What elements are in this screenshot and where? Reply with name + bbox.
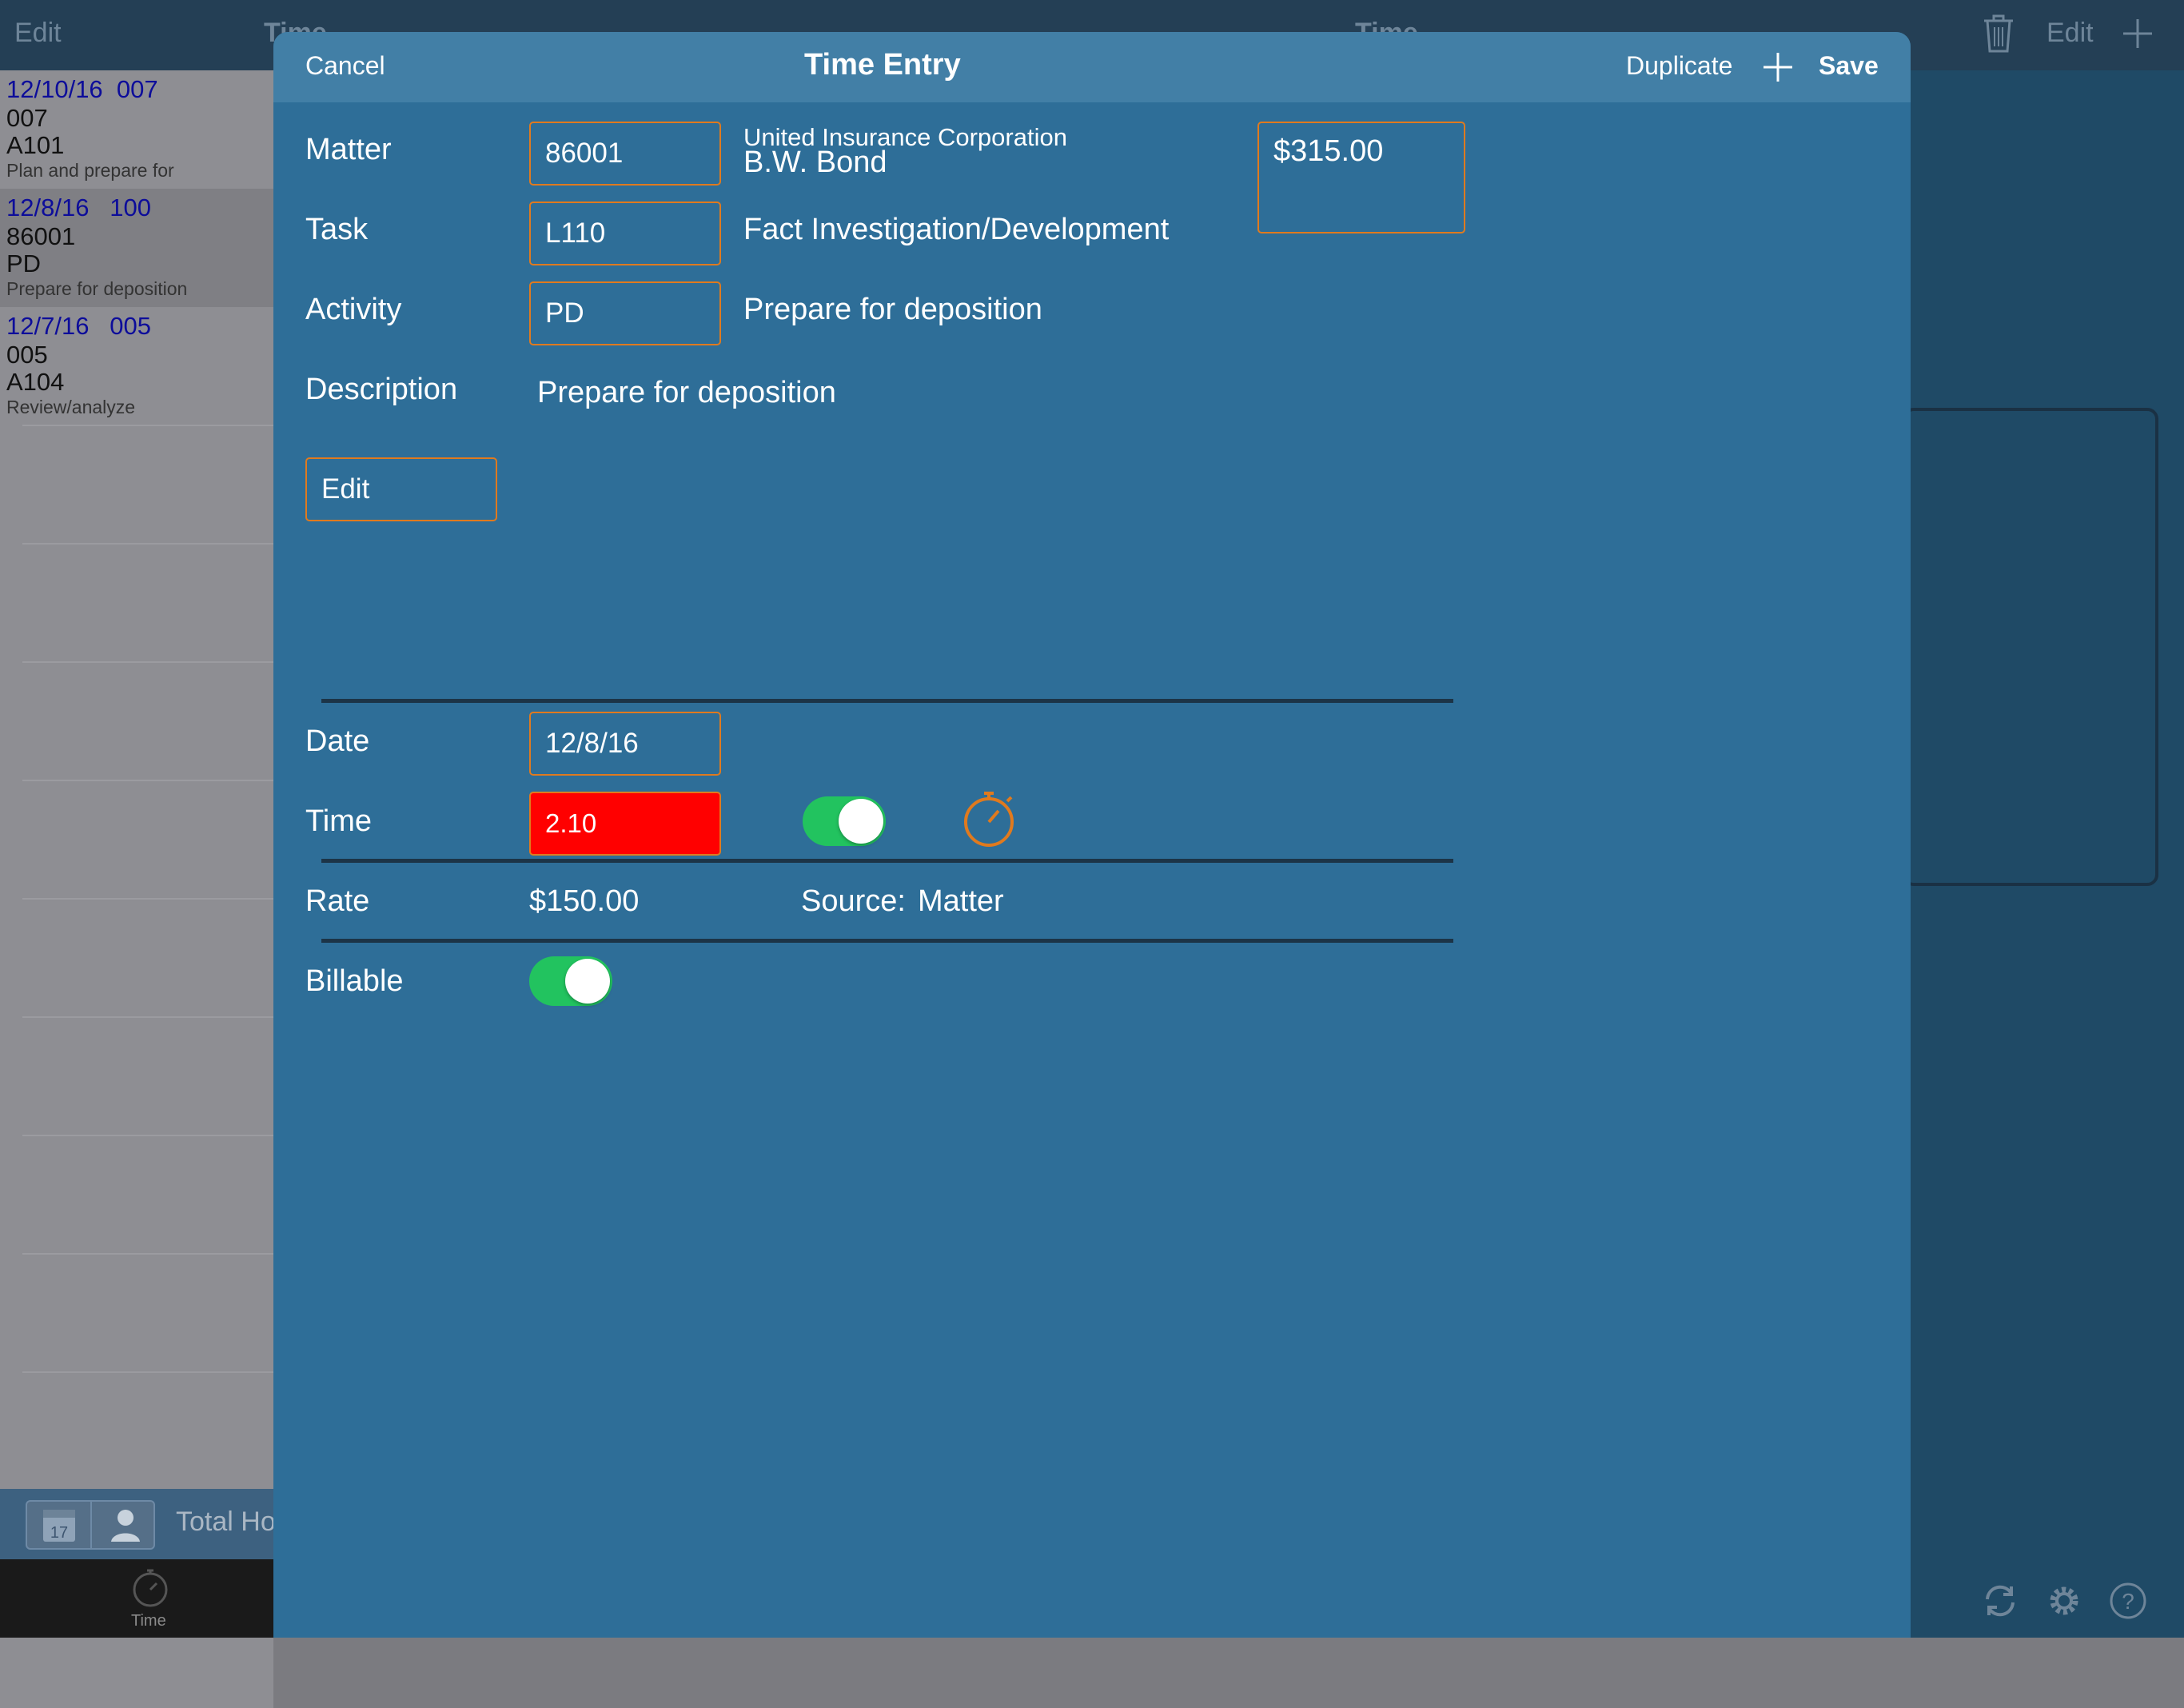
view-segmented-control[interactable]: 17: [26, 1500, 155, 1550]
list-item-selected[interactable]: 12/8/16 100 86001 PD Prepare for deposit…: [0, 189, 273, 307]
task-label: Task: [305, 213, 369, 246]
total-hours-label: Total Ho: [176, 1506, 276, 1537]
list-item[interactable]: 12/7/16 005 005 A104 Review/analyze: [0, 307, 273, 425]
billable-toggle[interactable]: [529, 956, 612, 1006]
list-divider: [22, 1253, 273, 1255]
date-field[interactable]: 12/8/16: [529, 712, 721, 776]
cancel-button[interactable]: Cancel: [305, 51, 385, 81]
people-icon[interactable]: [92, 1502, 153, 1548]
add-icon[interactable]: [1762, 51, 1794, 87]
modal-header: Cancel Time Entry Duplicate Save: [273, 32, 1911, 102]
detail-card: [1903, 408, 2158, 886]
time-entry-modal: Cancel Time Entry Duplicate Save Matter …: [273, 32, 1911, 1638]
section-divider: [321, 859, 1453, 863]
list-divider: [22, 425, 273, 426]
add-icon[interactable]: [2122, 18, 2154, 54]
svg-text:17: 17: [50, 1524, 68, 1542]
tab-bar: Time: [0, 1559, 273, 1638]
task-description: Fact Investigation/Development: [743, 213, 1170, 246]
list-divider: [22, 780, 273, 781]
list-divider: [22, 1135, 273, 1136]
matter-label: Matter: [305, 133, 392, 166]
rate-value: $150.00: [529, 884, 640, 918]
matter-field[interactable]: 86001: [529, 122, 721, 186]
list-item[interactable]: 12/10/16 007 007 A101 Plan and prepare f…: [0, 70, 273, 189]
description-label: Description: [305, 373, 458, 406]
billable-label: Billable: [305, 964, 404, 998]
save-button[interactable]: Save: [1819, 51, 1879, 81]
calendar-icon[interactable]: 17: [27, 1502, 92, 1548]
duplicate-button[interactable]: Duplicate: [1626, 51, 1732, 81]
right-edit-button[interactable]: Edit: [2047, 18, 2094, 49]
list-divider: [22, 1371, 273, 1373]
rate-source-value: Matter: [918, 884, 1004, 918]
matter-name: B.W. Bond: [743, 146, 887, 179]
stopwatch-tab-icon[interactable]: [128, 1564, 173, 1613]
time-list: 12/10/16 007 007 A101 Plan and prepare f…: [0, 70, 273, 1708]
time-label: Time: [305, 804, 373, 838]
list-divider: [22, 543, 273, 545]
activity-field[interactable]: PD: [529, 281, 721, 345]
help-icon[interactable]: ?: [2109, 1582, 2147, 1624]
trash-icon[interactable]: [1981, 13, 2016, 58]
modal-title: Time Entry: [804, 48, 961, 82]
detail-toolbar: ?: [1912, 1567, 2184, 1638]
activity-description: Prepare for deposition: [743, 293, 1042, 326]
left-edit-button[interactable]: Edit: [14, 18, 62, 49]
description-text[interactable]: Prepare for deposition: [537, 376, 836, 410]
amount-field[interactable]: $315.00: [1257, 122, 1465, 233]
task-field[interactable]: L110: [529, 202, 721, 265]
rate-label: Rate: [305, 884, 370, 918]
svg-text:?: ?: [2122, 1589, 2134, 1614]
sync-icon[interactable]: [1981, 1582, 2019, 1624]
list-toolbar: 17 Total Ho: [0, 1489, 276, 1559]
edit-description-button[interactable]: Edit: [305, 457, 497, 521]
stopwatch-icon[interactable]: [962, 788, 1018, 853]
gear-icon[interactable]: [2045, 1582, 2083, 1624]
list-divider: [22, 661, 273, 663]
time-field[interactable]: 2.10: [529, 792, 721, 856]
section-divider: [321, 699, 1453, 703]
date-label: Date: [305, 724, 370, 758]
section-divider: [321, 939, 1453, 943]
list-divider: [22, 898, 273, 900]
activity-label: Activity: [305, 293, 402, 326]
rate-source-label: Source:: [801, 884, 906, 918]
list-divider: [22, 1016, 273, 1018]
timer-toggle[interactable]: [803, 796, 886, 846]
tab-time-label[interactable]: Time: [131, 1612, 166, 1630]
